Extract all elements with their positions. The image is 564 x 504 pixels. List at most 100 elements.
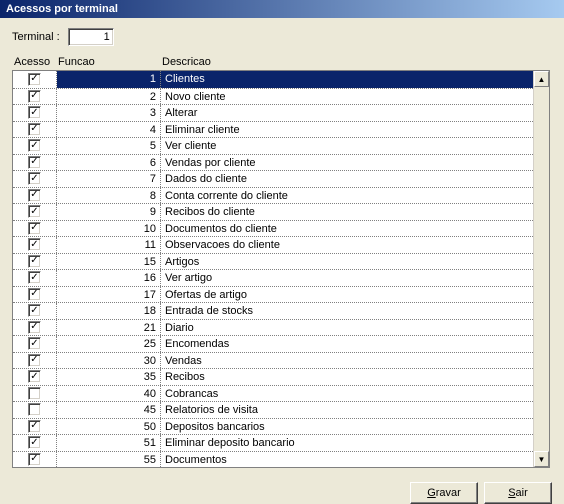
access-checkbox[interactable]: ✓ xyxy=(28,337,41,350)
cell-acesso: ✓ xyxy=(13,353,57,369)
access-checkbox[interactable]: ✓ xyxy=(28,139,41,152)
cell-funcao: 21 xyxy=(57,320,161,336)
access-checkbox[interactable]: ✓ xyxy=(28,189,41,202)
table-row[interactable]: ✓ 4Eliminar cliente xyxy=(13,121,533,138)
cell-descricao: Eliminar cliente xyxy=(161,122,533,138)
cell-funcao: 51 xyxy=(57,435,161,451)
cell-acesso: ✓ xyxy=(13,204,57,220)
cell-acesso: ✓ xyxy=(13,452,57,468)
cell-funcao: 10 xyxy=(57,221,161,237)
table-row[interactable]: ✓16Ver artigo xyxy=(13,269,533,286)
cell-funcao: 16 xyxy=(57,270,161,286)
scroll-track[interactable] xyxy=(534,87,549,451)
grid-body[interactable]: ✓1Clientes✓2Novo cliente✓3Alterar✓4Elimi… xyxy=(13,71,533,467)
scroll-down-button[interactable]: ▼ xyxy=(534,451,549,467)
cell-funcao: 9 xyxy=(57,204,161,220)
table-row[interactable]: ✓18Entrada de stocks xyxy=(13,302,533,319)
table-row[interactable]: ✓50Depositos bancarios xyxy=(13,418,533,435)
access-checkbox[interactable]: ✓ xyxy=(28,90,41,103)
cell-descricao: Eliminar deposito bancario xyxy=(161,435,533,451)
cell-acesso: ✓ xyxy=(13,105,57,121)
table-row[interactable]: 45Relatorios de visita xyxy=(13,401,533,418)
cell-descricao: Ofertas de artigo xyxy=(161,287,533,303)
table-row[interactable]: ✓35Recibos xyxy=(13,368,533,385)
grid-headers: Acesso Funcao Descricao xyxy=(12,56,552,70)
access-checkbox[interactable]: ✓ xyxy=(28,420,41,433)
table-row[interactable]: ✓1Clientes xyxy=(13,71,533,88)
access-checkbox[interactable]: ✓ xyxy=(28,370,41,383)
arrow-down-icon: ▼ xyxy=(538,455,546,464)
access-checkbox[interactable]: ✓ xyxy=(28,205,41,218)
cell-descricao: Novo cliente xyxy=(161,89,533,105)
table-row[interactable]: ✓8Conta corrente do cliente xyxy=(13,187,533,204)
cell-acesso xyxy=(13,402,57,418)
table-row[interactable]: 40Cobrancas xyxy=(13,385,533,402)
table-row[interactable]: ✓25Encomendas xyxy=(13,335,533,352)
cell-descricao: Cobrancas xyxy=(161,386,533,402)
table-row[interactable]: ✓15Artigos xyxy=(13,253,533,270)
scroll-up-button[interactable]: ▲ xyxy=(534,71,549,87)
access-checkbox[interactable]: ✓ xyxy=(28,73,41,86)
cell-funcao: 1 xyxy=(57,71,161,88)
access-checkbox[interactable]: ✓ xyxy=(28,271,41,284)
cell-acesso: ✓ xyxy=(13,287,57,303)
cell-acesso: ✓ xyxy=(13,303,57,319)
terminal-input[interactable] xyxy=(68,28,114,46)
vertical-scrollbar[interactable]: ▲ ▼ xyxy=(533,71,549,467)
cell-funcao: 55 xyxy=(57,452,161,468)
terminal-row: Terminal : xyxy=(12,28,552,46)
access-checkbox[interactable] xyxy=(28,387,41,400)
access-checkbox[interactable]: ✓ xyxy=(28,255,41,268)
table-row[interactable]: ✓ 51Eliminar deposito bancario xyxy=(13,434,533,451)
cell-funcao: 4 xyxy=(57,122,161,138)
access-checkbox[interactable]: ✓ xyxy=(28,238,41,251)
cell-descricao: Documentos xyxy=(161,452,533,468)
button-row: Gravar Sair xyxy=(0,476,564,504)
header-descricao: Descricao xyxy=(162,56,550,68)
access-checkbox[interactable]: ✓ xyxy=(28,288,41,301)
access-checkbox[interactable] xyxy=(28,403,41,416)
cell-acesso: ✓ xyxy=(13,369,57,385)
table-row[interactable]: ✓ 21Diario xyxy=(13,319,533,336)
cell-acesso: ✓ xyxy=(13,71,57,88)
table-row[interactable]: ✓ 30Vendas xyxy=(13,352,533,369)
cell-acesso: ✓ xyxy=(13,171,57,187)
cell-funcao: 7 xyxy=(57,171,161,187)
access-checkbox[interactable]: ✓ xyxy=(28,172,41,185)
table-row[interactable]: ✓2Novo cliente xyxy=(13,88,533,105)
cell-descricao: Recibos do cliente xyxy=(161,204,533,220)
table-row[interactable]: ✓17Ofertas de artigo xyxy=(13,286,533,303)
cell-funcao: 3 xyxy=(57,105,161,121)
cell-acesso xyxy=(13,386,57,402)
access-checkbox[interactable]: ✓ xyxy=(28,123,41,136)
table-row[interactable]: ✓6Vendas por cliente xyxy=(13,154,533,171)
table-row[interactable]: ✓5Ver cliente xyxy=(13,137,533,154)
cell-descricao: Diario xyxy=(161,320,533,336)
terminal-label: Terminal : xyxy=(12,31,60,43)
table-row[interactable]: ✓3Alterar xyxy=(13,104,533,121)
cell-funcao: 35 xyxy=(57,369,161,385)
access-checkbox[interactable]: ✓ xyxy=(28,453,41,466)
access-checkbox[interactable]: ✓ xyxy=(28,106,41,119)
arrow-up-icon: ▲ xyxy=(538,75,546,84)
access-checkbox[interactable]: ✓ xyxy=(28,156,41,169)
cell-descricao: Observacoes do cliente xyxy=(161,237,533,253)
save-button[interactable]: Gravar xyxy=(410,482,478,504)
table-row[interactable]: ✓7Dados do cliente xyxy=(13,170,533,187)
access-checkbox[interactable]: ✓ xyxy=(28,222,41,235)
access-checkbox[interactable]: ✓ xyxy=(28,436,41,449)
table-row[interactable]: ✓11Observacoes do cliente xyxy=(13,236,533,253)
cell-descricao: Vendas xyxy=(161,353,533,369)
header-acesso: Acesso xyxy=(14,56,58,68)
table-row[interactable]: ✓ 9Recibos do cliente xyxy=(13,203,533,220)
access-checkbox[interactable]: ✓ xyxy=(28,354,41,367)
window-title: Acessos por terminal xyxy=(6,3,118,15)
cell-funcao: 30 xyxy=(57,353,161,369)
exit-button[interactable]: Sair xyxy=(484,482,552,504)
table-row[interactable]: ✓10Documentos do cliente xyxy=(13,220,533,237)
access-checkbox[interactable]: ✓ xyxy=(28,321,41,334)
cell-descricao: Conta corrente do cliente xyxy=(161,188,533,204)
cell-descricao: Artigos xyxy=(161,254,533,270)
access-checkbox[interactable]: ✓ xyxy=(28,304,41,317)
table-row[interactable]: ✓ 55Documentos xyxy=(13,451,533,468)
